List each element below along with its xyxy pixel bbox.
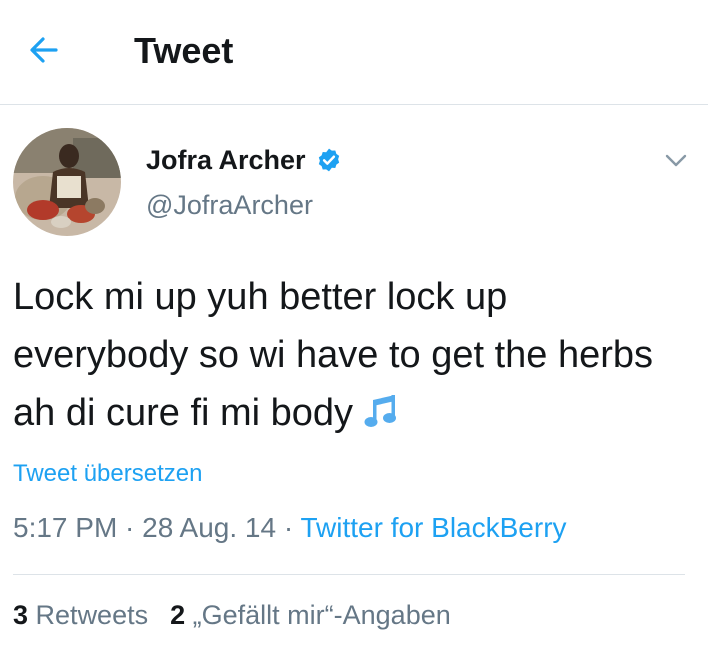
tweet-meta: 5:17 PM · 28 Aug. 14 · Twitter for Black… bbox=[13, 512, 567, 544]
back-arrow-icon bbox=[30, 37, 58, 63]
author-handle[interactable]: @JofraArcher bbox=[146, 190, 313, 221]
author-display-name[interactable]: Jofra Archer bbox=[146, 145, 306, 176]
back-button[interactable] bbox=[24, 30, 64, 70]
meta-separator: · bbox=[117, 512, 143, 543]
likes-label: „Gefällt mir“-Angaben bbox=[192, 600, 451, 630]
more-options-button[interactable] bbox=[662, 146, 690, 174]
tweet-time: 5:17 PM bbox=[13, 512, 118, 543]
tweet-date: 28 Aug. 14 bbox=[142, 512, 277, 543]
top-bar: Tweet bbox=[0, 0, 708, 105]
verified-badge-icon bbox=[318, 148, 339, 172]
retweets-count: 3 bbox=[13, 600, 29, 630]
retweets-stat[interactable]: 3 Retweets bbox=[13, 600, 148, 630]
likes-count: 2 bbox=[170, 600, 186, 630]
musical-notes-icon bbox=[361, 390, 401, 448]
translate-tweet-link[interactable]: Tweet übersetzen bbox=[13, 460, 202, 488]
chevron-down-icon bbox=[665, 154, 687, 167]
avatar-image bbox=[13, 128, 121, 236]
page-title: Tweet bbox=[134, 30, 234, 71]
tweet-body: Lock mi up yuh better lock up everybody … bbox=[13, 276, 654, 434]
avatar[interactable] bbox=[13, 128, 121, 236]
tweet-source-link[interactable]: Twitter for BlackBerry bbox=[300, 512, 566, 543]
likes-stat[interactable]: 2 „Gefällt mir“-Angaben bbox=[170, 600, 451, 630]
tweet-text: Lock mi up yuh better lock up everybody … bbox=[13, 268, 683, 448]
author-name-row[interactable]: Jofra Archer bbox=[146, 140, 342, 180]
divider bbox=[13, 574, 685, 575]
retweets-label: Retweets bbox=[35, 600, 149, 630]
tweet-stats: 3 Retweets 2 „Gefällt mir“-Angaben bbox=[13, 600, 451, 631]
meta-separator: · bbox=[276, 512, 301, 543]
